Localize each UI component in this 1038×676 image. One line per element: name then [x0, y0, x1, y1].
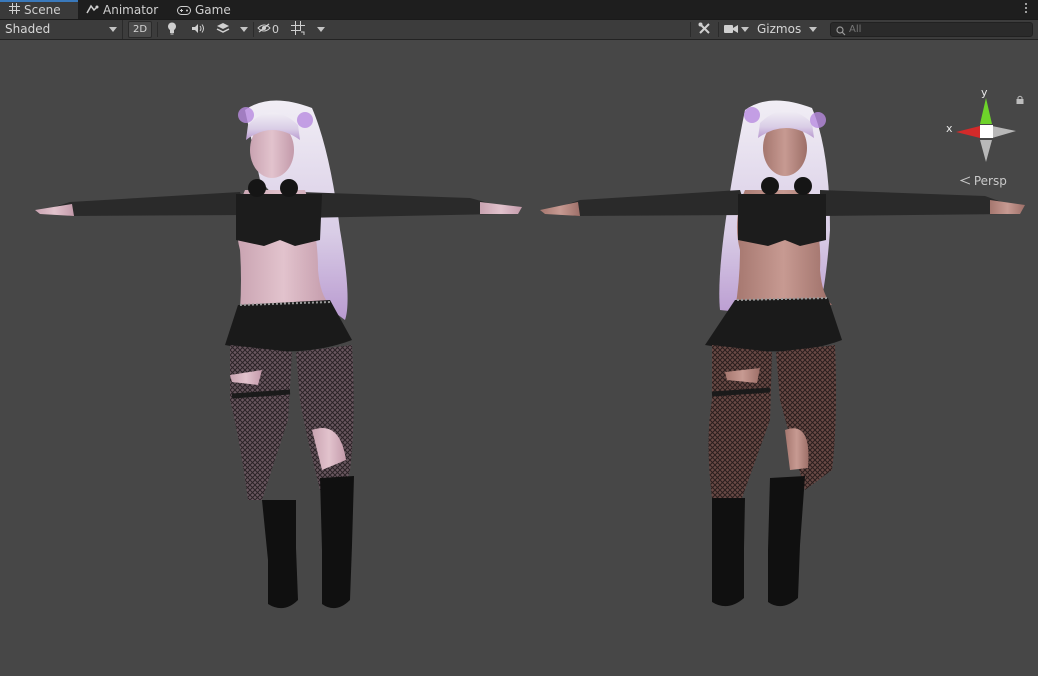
divider [253, 22, 254, 37]
wrench-icon [698, 22, 711, 38]
search-input[interactable] [849, 23, 1029, 36]
divider [718, 22, 719, 37]
projection-label: Persp [973, 174, 1007, 188]
chevron-down-icon [809, 27, 817, 32]
projection-toggle[interactable]: Persp [959, 174, 1007, 188]
tab-label: Game [195, 3, 231, 17]
more-options-icon[interactable] [1025, 3, 1028, 15]
effects-dropdown[interactable] [236, 20, 252, 39]
layers-icon [216, 22, 230, 37]
center-cube [980, 125, 993, 138]
hidden-count: 0 [272, 23, 279, 36]
character-model-left [35, 100, 522, 609]
divider [157, 22, 158, 37]
perspective-icon [959, 174, 974, 188]
2d-mode-button[interactable]: 2D [128, 21, 152, 38]
gizmos-dropdown[interactable] [804, 20, 822, 39]
chevron-down-icon [109, 27, 117, 32]
draw-mode-dropdown[interactable]: Shaded [0, 20, 123, 39]
tab-animator[interactable]: Animator [86, 0, 166, 19]
search-field[interactable] [830, 22, 1033, 37]
gizmos-label: Gizmos [757, 22, 802, 36]
hidden-objects-toggle[interactable]: 0 [257, 20, 285, 39]
tab-label: Animator [103, 3, 159, 17]
chevron-down-icon [240, 27, 248, 32]
eye-slash-icon [257, 20, 271, 39]
scene-toolbar: Shaded 2D 0 Gizmos All [0, 20, 1038, 40]
animator-icon [86, 1, 99, 21]
audio-toggle[interactable] [187, 20, 209, 39]
lightbulb-icon [167, 22, 177, 38]
scene-render [35, 100, 1025, 609]
grid-dropdown[interactable] [312, 20, 328, 39]
tab-game[interactable]: Game [177, 0, 247, 19]
search-icon [836, 25, 846, 39]
lighting-toggle[interactable] [161, 20, 183, 39]
axis-y-label: y [981, 86, 988, 99]
axis-y-handle [980, 98, 992, 124]
effects-toggle[interactable] [212, 20, 234, 39]
axis-x-handle [956, 126, 980, 138]
camera-dropdown[interactable] [738, 20, 752, 39]
axis-neg-x-handle [992, 126, 1016, 138]
tools-button[interactable] [693, 20, 715, 39]
axis-neg-y-handle [980, 140, 992, 162]
gamepad-icon [177, 1, 191, 21]
orientation-gizmo[interactable]: y x [940, 84, 1020, 184]
grid-icon [9, 2, 20, 19]
chevron-down-icon [741, 27, 749, 32]
window-tab-bar: Scene Animator Game [0, 0, 1038, 20]
draw-mode-label: Shaded [5, 22, 51, 36]
chevron-down-icon [317, 27, 325, 32]
camera-icon [724, 23, 738, 37]
speaker-icon [191, 23, 205, 37]
scene-viewport[interactable]: y x Persp [0, 40, 1038, 676]
tab-scene[interactable]: Scene [0, 0, 78, 19]
grid-toggle[interactable] [287, 20, 309, 39]
axis-x-label: x [946, 122, 953, 135]
lock-icon[interactable] [1016, 93, 1024, 107]
grid-snap-icon [291, 21, 305, 38]
divider [690, 22, 691, 37]
gizmos-button[interactable]: Gizmos [753, 20, 803, 39]
tab-label: Scene [24, 3, 61, 17]
